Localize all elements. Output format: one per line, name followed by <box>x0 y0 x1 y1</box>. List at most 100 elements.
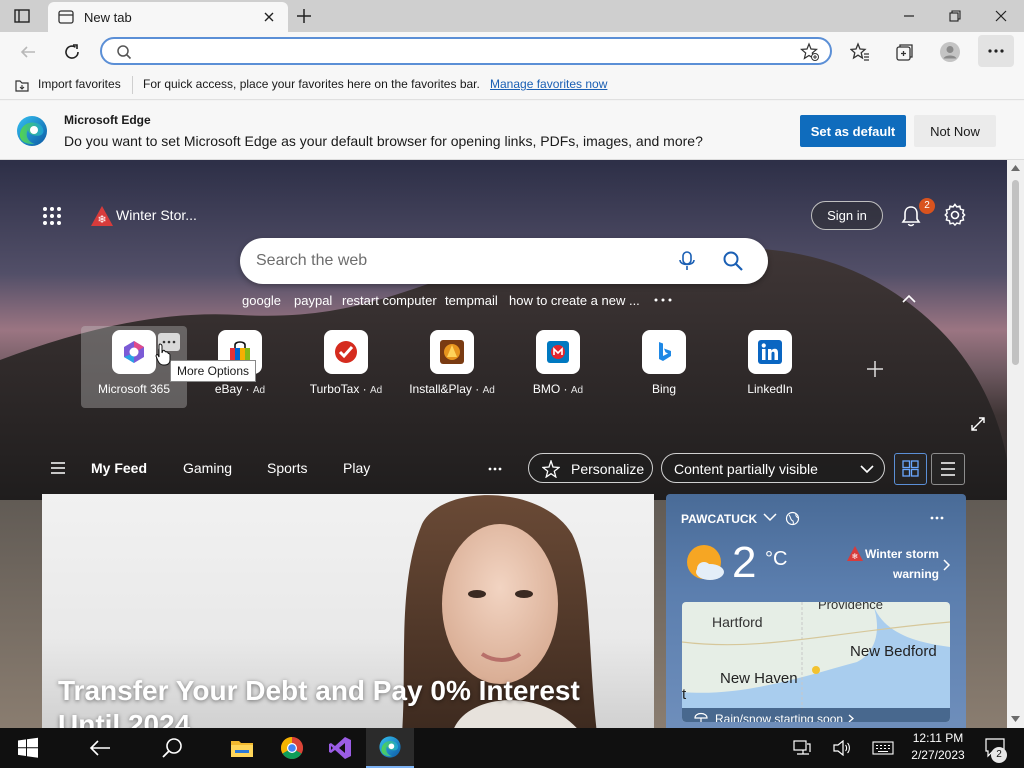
tab-my-feed[interactable]: My Feed <box>91 460 147 476</box>
divider <box>132 76 133 94</box>
tab-gaming[interactable]: Gaming <box>183 460 232 476</box>
not-now-button[interactable]: Not Now <box>914 115 996 147</box>
address-bar[interactable] <box>100 37 832 65</box>
import-favorites-button[interactable]: Import favorites <box>38 77 121 91</box>
feed-menu-hamburger-icon[interactable] <box>50 462 66 474</box>
quick-link-tile[interactable]: Install&Play · Ad <box>399 330 505 410</box>
globe-icon[interactable] <box>785 511 800 526</box>
forecast-note-bar[interactable]: Rain/snow starting soon <box>682 708 950 722</box>
map-label: New Bedford <box>850 643 937 660</box>
personalize-button[interactable]: Personalize <box>528 453 653 483</box>
manage-favorites-link[interactable]: Manage favorites now <box>490 77 607 91</box>
microphone-icon[interactable] <box>678 250 696 272</box>
profile-avatar-icon[interactable] <box>937 39 963 65</box>
forecast-note: Rain/snow starting soon <box>715 712 844 722</box>
forecast-chevron-right-icon <box>848 714 854 722</box>
refresh-icon[interactable] <box>59 39 85 65</box>
visual-studio-icon[interactable] <box>316 728 364 768</box>
microsoft-365-icon <box>112 330 156 374</box>
system-clock[interactable]: 12:11 PM 2/27/2023 <box>906 731 970 765</box>
grid-layout-button[interactable] <box>894 453 927 485</box>
search-submit-icon[interactable] <box>722 250 744 272</box>
weather-card[interactable]: PAWCATUCK 2 °C ❄ Winter storm warning Pr… <box>666 494 966 728</box>
settings-more-button[interactable] <box>978 35 1014 67</box>
search-icon[interactable] <box>148 728 196 768</box>
weather-alert-subtitle[interactable]: warning <box>893 567 939 581</box>
scrollbar-thumb[interactable] <box>1012 180 1019 365</box>
location-chevron-down-icon[interactable] <box>763 513 777 522</box>
edge-logo-icon <box>15 114 49 148</box>
add-site-plus-icon[interactable] <box>865 359 885 379</box>
file-explorer-icon[interactable] <box>218 728 266 768</box>
favorites-bar: Import favorites For quick access, place… <box>0 70 1024 100</box>
temperature-value: 2 <box>732 538 757 587</box>
search-suggestion[interactable]: google <box>242 293 281 308</box>
new-tab-plus-icon[interactable] <box>295 7 313 25</box>
network-icon[interactable] <box>780 728 824 768</box>
set-as-default-button[interactable]: Set as default <box>800 115 906 147</box>
weather-alert-link[interactable]: Winter Stor... <box>116 207 197 223</box>
map-label: New Haven <box>720 670 798 687</box>
web-search-box[interactable]: Search the web <box>240 238 768 284</box>
search-suggestion[interactable]: tempmail <box>445 293 498 308</box>
search-suggestion[interactable]: how to create a new ... <box>509 293 640 308</box>
weather-map[interactable]: Providence Hartford New Bedford New Have… <box>682 602 950 722</box>
tile-label: eBay <box>214 382 243 396</box>
weather-location[interactable]: PAWCATUCK <box>681 512 757 526</box>
search-icon <box>116 44 132 60</box>
list-layout-button[interactable] <box>931 453 965 485</box>
add-favorite-star-icon[interactable] <box>800 42 820 62</box>
restore-button[interactable] <box>932 0 978 32</box>
quick-link-tile[interactable]: LinkedIn <box>717 330 823 410</box>
chrome-icon[interactable] <box>268 728 316 768</box>
back-arrow-icon[interactable] <box>15 39 41 65</box>
tab-new-tab[interactable]: New tab <box>48 2 288 32</box>
search-suggestion[interactable]: paypal <box>294 293 332 308</box>
tab-actions-icon[interactable] <box>14 8 30 24</box>
sign-in-button[interactable]: Sign in <box>811 201 883 230</box>
tile-label: TurboTax <box>309 382 360 396</box>
quick-link-tile[interactable]: TurboTax · Ad <box>293 330 399 410</box>
scroll-up-arrow-icon[interactable] <box>1011 165 1020 171</box>
alert-chevron-right-icon[interactable] <box>943 559 951 571</box>
expand-background-icon[interactable] <box>970 416 986 432</box>
weather-more-icon[interactable] <box>930 516 944 520</box>
close-tab-icon[interactable] <box>262 10 276 24</box>
page-scrollbar[interactable] <box>1007 160 1024 728</box>
minimize-button[interactable] <box>886 0 932 32</box>
edge-taskbar-icon[interactable] <box>366 728 414 768</box>
quick-link-tile[interactable]: BMO · Ad <box>505 330 611 410</box>
volume-icon[interactable] <box>822 728 862 768</box>
keyboard-icon[interactable] <box>862 728 904 768</box>
content-visibility-value: Content partially visible <box>674 461 818 477</box>
favorites-icon[interactable] <box>847 39 873 65</box>
back-arrow-icon[interactable] <box>76 728 124 768</box>
clock-time: 12:11 PM <box>912 731 964 745</box>
tab-sports[interactable]: Sports <box>267 460 307 476</box>
windows-start-icon[interactable] <box>4 728 52 768</box>
tab-play[interactable]: Play <box>343 460 370 476</box>
weather-alert-title[interactable]: Winter storm <box>865 547 939 561</box>
tab-title: New tab <box>84 10 132 25</box>
tile-label: Install&Play <box>409 382 472 396</box>
map-label: Hartford <box>712 614 763 630</box>
content-visibility-dropdown[interactable]: Content partially visible <box>661 453 885 483</box>
action-center-count-badge: 2 <box>991 747 1007 763</box>
news-card[interactable]: Transfer Your Debt and Pay 0% Interest U… <box>42 494 654 728</box>
tile-label: LinkedIn <box>747 382 793 396</box>
address-input[interactable] <box>146 43 746 61</box>
apps-launcher-icon[interactable] <box>42 206 62 226</box>
notification-count-badge: 2 <box>919 198 935 214</box>
collapse-chevron-up-icon[interactable] <box>902 294 916 304</box>
scroll-down-arrow-icon[interactable] <box>1011 716 1020 722</box>
close-window-button[interactable] <box>978 0 1024 32</box>
quick-link-tile[interactable]: Bing <box>611 330 717 410</box>
more-suggestions-icon[interactable] <box>654 298 672 302</box>
banner-title: Microsoft Edge <box>64 113 151 127</box>
news-headline: Transfer Your Debt and Pay 0% Interest U… <box>58 675 580 728</box>
temperature-unit[interactable]: °C <box>765 548 787 571</box>
page-settings-gear-icon[interactable] <box>943 203 967 227</box>
collections-icon[interactable] <box>892 39 918 65</box>
search-suggestion[interactable]: restart computer <box>342 293 437 308</box>
more-tabs-icon[interactable] <box>488 467 502 471</box>
